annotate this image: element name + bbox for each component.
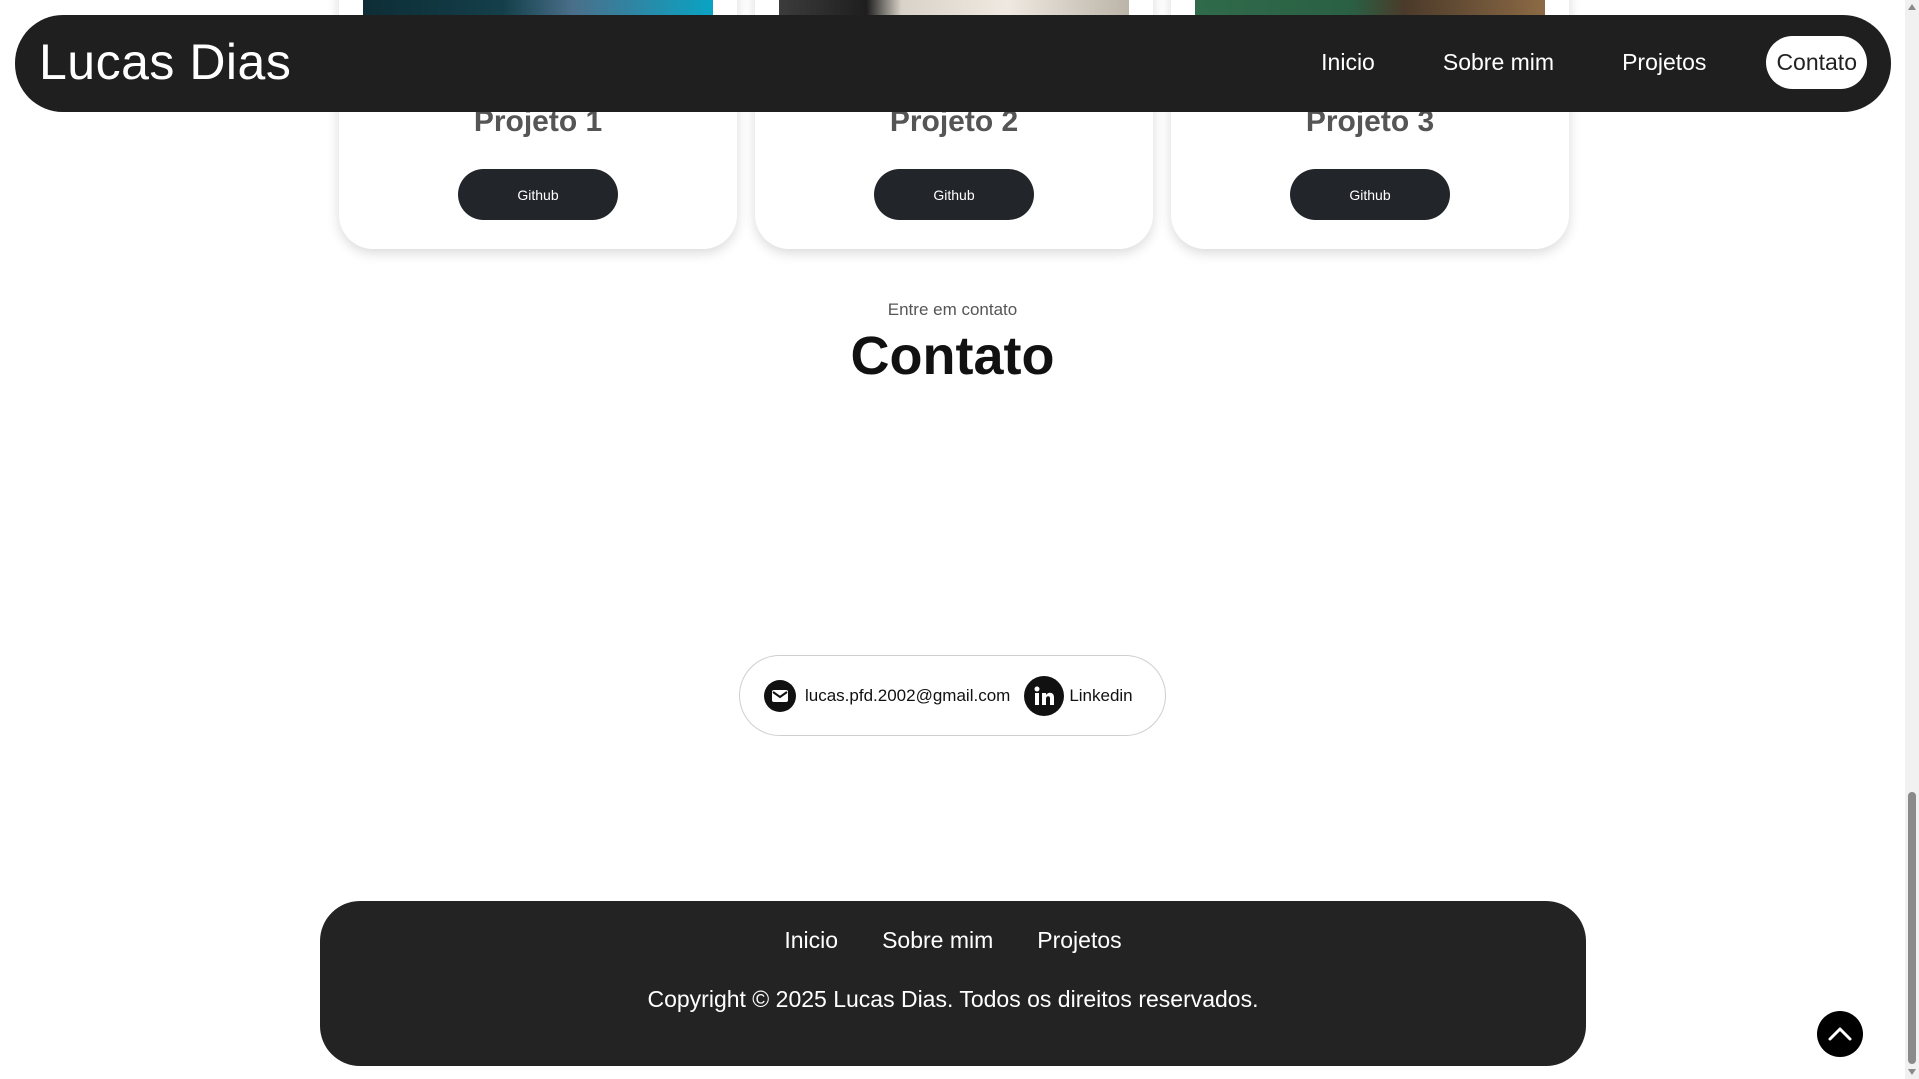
nav-link-projetos[interactable]: Projetos [1622,49,1706,76]
footer-links: Inicio Sobre mim Projetos [320,927,1586,954]
github-button[interactable]: Github [1290,169,1450,220]
page: Projeto 1 Github Projeto 2 Github Projet… [0,0,1919,1079]
linkedin-link[interactable]: Linkedin [1024,675,1133,716]
mail-icon [764,679,796,712]
scroll-thumb[interactable] [1908,792,1916,1064]
contact-box: lucas.pfd.2002@gmail.com Linkedin [739,655,1166,736]
footer-link-projetos[interactable]: Projetos [1037,927,1121,954]
contact-title: Contato [850,326,1055,386]
nav-link-contato[interactable]: Contato [1766,36,1867,89]
github-button[interactable]: Github [874,169,1034,220]
contact-subtitle: Entre em contato [887,300,1018,319]
email-link[interactable]: lucas.pfd.2002@gmail.com [764,679,1011,712]
chevron-up-icon [1828,1027,1852,1041]
copyright-text: Copyright © 2025 Lucas Dias. Todos os di… [647,986,1259,1012]
linkedin-text: Linkedin [1069,685,1133,705]
footer-link-sobre-mim[interactable]: Sobre mim [882,927,993,954]
top-navbar: Lucas Dias Inicio Sobre mim Projetos Con… [15,15,1891,112]
nav-link-sobre-mim[interactable]: Sobre mim [1443,49,1554,76]
footer: Inicio Sobre mim Projetos Copyright © 20… [320,901,1586,1066]
linkedin-icon [1024,675,1065,716]
scroll-down-arrow-icon[interactable] [1908,1069,1916,1075]
scroll-up-arrow-icon[interactable] [1908,4,1916,10]
footer-link-inicio[interactable]: Inicio [784,927,838,954]
nav-link-inicio[interactable]: Inicio [1321,49,1375,76]
page-scrollbar[interactable] [1905,0,1919,1079]
back-to-top-button[interactable] [1817,1011,1863,1057]
github-button[interactable]: Github [458,169,618,220]
email-text: lucas.pfd.2002@gmail.com [805,685,1011,705]
nav-links: Inicio Sobre mim Projetos Contato [1253,36,1867,89]
brand-logo[interactable]: Lucas Dias [39,33,291,91]
